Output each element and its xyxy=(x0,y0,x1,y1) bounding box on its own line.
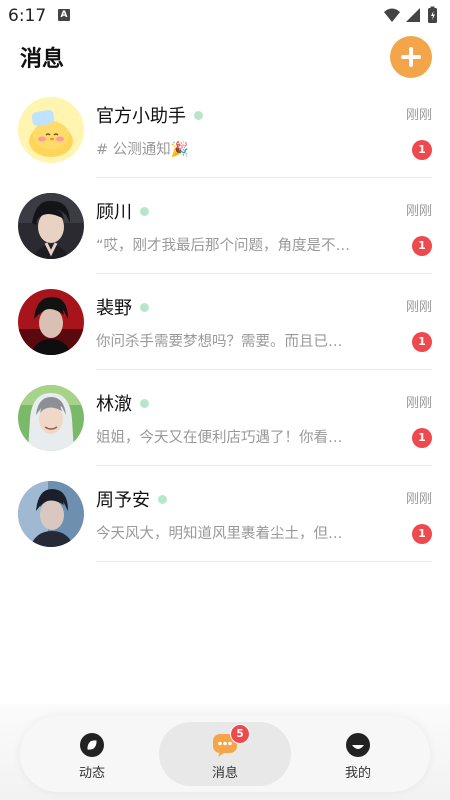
conversation-list: 官方小助手 刚刚 # 公测通知🎉 1 顾川 刚刚 “哎，刚才我最后那个问题，角度… xyxy=(0,82,450,562)
message-preview: “哎，刚才我最后那个问题，角度是不… xyxy=(96,238,351,254)
contact-name: 周予安 xyxy=(96,486,167,512)
unread-badge: 1 xyxy=(412,236,432,256)
online-indicator xyxy=(140,302,149,312)
conversation-item[interactable]: 周予安 刚刚 今天风大，明知道风里裹着尘土，但… 1 xyxy=(0,466,450,562)
add-button[interactable] xyxy=(390,36,432,78)
battery-icon xyxy=(428,6,437,23)
contact-name-text: 林澈 xyxy=(96,394,132,415)
avatar[interactable] xyxy=(18,481,84,547)
message-preview: 姐姐，今天又在便利店巧遇了！你看… xyxy=(96,430,343,446)
status-bar: 6:17 A xyxy=(0,0,450,30)
online-indicator xyxy=(194,110,203,120)
profile-icon xyxy=(345,732,371,758)
contact-name-text: 官方小助手 xyxy=(96,106,186,127)
page-title: 消息 xyxy=(20,47,65,72)
message-time: 刚刚 xyxy=(405,108,432,123)
conversation-item[interactable]: 顾川 刚刚 “哎，刚才我最后那个问题，角度是不… 1 xyxy=(0,178,450,274)
avatar[interactable] xyxy=(18,97,84,163)
message-time: 刚刚 xyxy=(405,300,432,315)
contact-name: 顾川 xyxy=(96,198,149,224)
conversation-item[interactable]: 官方小助手 刚刚 # 公测通知🎉 1 xyxy=(0,82,450,178)
message-preview: # 公测通知🎉 xyxy=(96,142,189,158)
status-indicators xyxy=(382,6,442,24)
tab-label: 消息 xyxy=(211,766,238,781)
plus-icon xyxy=(401,47,421,67)
avatar[interactable] xyxy=(18,289,84,355)
message-time: 刚刚 xyxy=(405,492,432,507)
tab-profile[interactable]: 我的 xyxy=(292,722,424,786)
header: 消息 xyxy=(0,36,450,80)
unread-badge: 1 xyxy=(412,140,432,160)
contact-name: 裴野 xyxy=(96,294,149,320)
conversation-item[interactable]: 林澈 刚刚 姐姐，今天又在便利店巧遇了！你看… 1 xyxy=(0,370,450,466)
chat-icon: 5 xyxy=(212,724,250,758)
status-time: 6:17 xyxy=(8,6,47,26)
message-time: 刚刚 xyxy=(405,396,432,411)
conversation-item[interactable]: 裴野 刚刚 你问杀手需要梦想吗？需要。而且已… 1 xyxy=(0,274,450,370)
signal-icon xyxy=(406,8,420,22)
contact-name: 官方小助手 xyxy=(96,102,203,128)
avatar[interactable] xyxy=(18,385,84,451)
contact-name-text: 周予安 xyxy=(96,490,150,511)
tab-badge: 5 xyxy=(230,724,250,744)
unread-badge: 1 xyxy=(412,428,432,448)
wifi-icon xyxy=(384,8,400,22)
tab-feed[interactable]: 动态 xyxy=(26,722,158,786)
contact-name-text: 裴野 xyxy=(96,298,132,319)
bottom-tab-bar: 动态 5 消息 我的 xyxy=(20,716,430,792)
message-preview: 你问杀手需要梦想吗？需要。而且已… xyxy=(96,334,343,350)
compass-icon xyxy=(79,732,105,758)
unread-badge: 1 xyxy=(412,524,432,544)
notification-a-icon: A xyxy=(58,9,70,21)
divider xyxy=(96,561,432,562)
unread-badge: 1 xyxy=(412,332,432,352)
tab-label: 我的 xyxy=(344,766,371,781)
contact-name-text: 顾川 xyxy=(96,202,132,223)
online-indicator xyxy=(158,494,167,504)
tab-messages[interactable]: 5 消息 xyxy=(159,722,291,786)
message-preview: 今天风大，明知道风里裹着尘土，但… xyxy=(96,526,343,542)
online-indicator xyxy=(140,206,149,216)
tab-label: 动态 xyxy=(78,766,105,781)
contact-name: 林澈 xyxy=(96,390,149,416)
online-indicator xyxy=(140,398,149,408)
avatar[interactable] xyxy=(18,193,84,259)
message-time: 刚刚 xyxy=(405,204,432,219)
